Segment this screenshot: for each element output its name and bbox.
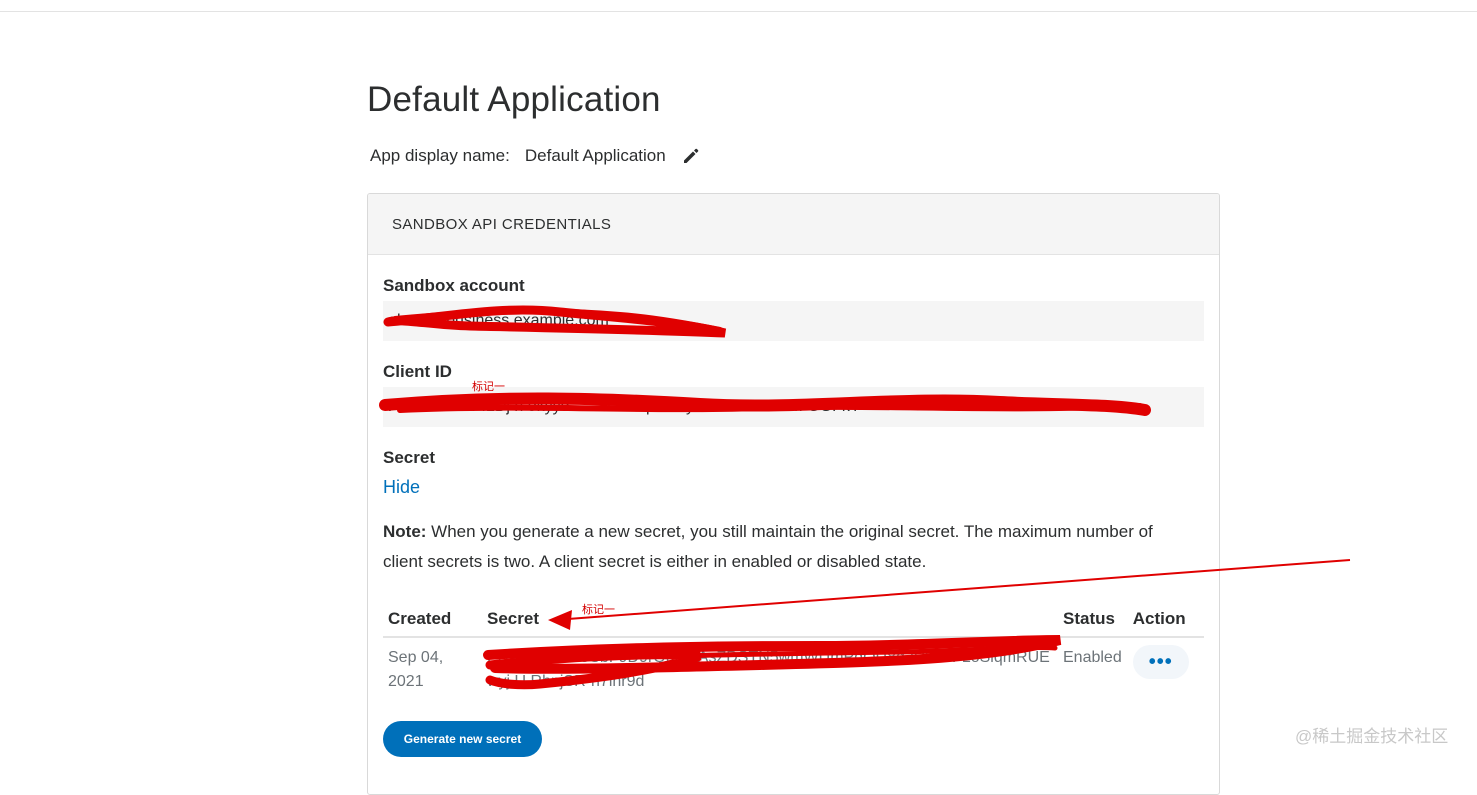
col-status: Status [1058,602,1128,638]
client-id-field[interactable]: AbKSO tGzr f1Dj h 9kyyd - ... 0 9 ... p … [383,387,1204,427]
app-display-name-row: App display name: Default Application [370,146,701,166]
watermark: @稀土掘金技术社区 [1295,727,1449,746]
sandbox-account-label: Sandbox account [383,276,525,295]
status-value: Enabled [1063,649,1122,666]
page-title: Default Application [367,80,661,119]
display-name-value: Default Application [524,146,666,165]
note-text: Note: When you generate a new secret, yo… [383,517,1193,577]
note-bold: Note: [383,522,427,541]
top-divider [0,11,1477,12]
sandbox-credentials-card: SANDBOX API CREDENTIALS Sandbox account … [367,193,1220,795]
created-date: Sep 04, 2021 [388,649,444,690]
card-header: SANDBOX API CREDENTIALS [368,194,1219,255]
action-cell: ••• [1128,637,1204,702]
col-created: Created [383,602,482,638]
more-dots-icon[interactable]: ••• [1132,645,1189,679]
client-id-label: Client ID [383,362,452,381]
secrets-table-header: Created Secret Status Action [383,602,1204,638]
secret-value[interactable]: EBybtE5YbU5SbF9D9rQur62AsZDSTN5wmWUmPdQU… [482,637,1058,702]
annotation-mark-secret: 标记一 [582,604,615,616]
col-action: Action [1127,602,1204,638]
generate-new-secret-button[interactable]: Generate new secret [383,721,542,757]
annotation-mark-client-id: 标记一 [472,381,505,393]
col-secret: Secret [482,602,1058,638]
note-body: When you generate a new secret, you stil… [383,522,1153,571]
sandbox-account-field[interactable]: sb-r f @business.example.com [383,301,1204,341]
secret-label: Secret [383,448,435,467]
hide-secret-link[interactable]: Hide [383,477,420,498]
display-name-label: App display name: [370,146,510,165]
table-row: Sep 04, 2021 EBybtE5YbU5SbF9D9rQur62AsZD… [383,637,1204,702]
pencil-icon[interactable] [681,146,701,166]
secrets-table: Created Secret Status Action Sep 04, 202… [383,602,1204,702]
